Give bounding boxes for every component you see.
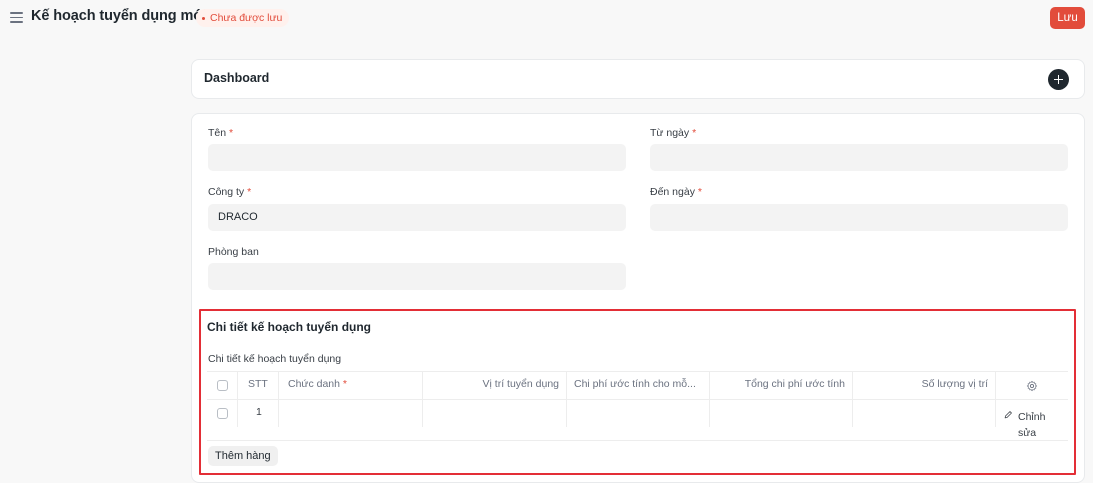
den-ngay-input[interactable] (650, 204, 1068, 231)
add-row-button[interactable]: Thêm hàng (208, 446, 278, 466)
details-table: STT Chức danh * Vị trí tuyển dụng Chi ph… (207, 371, 1068, 441)
column-divider (237, 372, 238, 427)
table-label: Chi tiết kế hoạch tuyển dụng (208, 353, 342, 365)
required-mark: * (697, 186, 702, 198)
table-row-divider (207, 399, 1068, 400)
den-ngay-label-text: Đến ngày (650, 186, 695, 198)
ten-label: Tên * (208, 127, 233, 139)
column-header-vi-tri[interactable]: Vị trí tuyển dụng (429, 378, 559, 390)
row-checkbox[interactable] (217, 408, 228, 419)
required-mark: * (692, 127, 697, 139)
section-title: Chi tiết kế hoạch tuyển dụng (207, 320, 372, 334)
phong-ban-label: Phòng ban (208, 246, 259, 258)
ten-label-text: Tên (208, 127, 227, 139)
column-header-tong-chi-phi[interactable]: Tổng chi phí ước tính (716, 378, 845, 390)
tu-ngay-input[interactable] (650, 144, 1068, 171)
row-index: 1 (256, 406, 262, 418)
pencil-icon (1004, 411, 1012, 419)
column-header-stt: STT (248, 378, 268, 390)
column-header-chuc-danh[interactable]: Chức danh * (288, 378, 347, 390)
column-divider (852, 372, 853, 427)
den-ngay-label: Đến ngày * (650, 186, 702, 198)
save-button[interactable]: Lưu (1050, 7, 1085, 29)
gear-icon[interactable] (1026, 380, 1038, 392)
column-header-chi-phi[interactable]: Chi phí ước tính cho mỗ... (574, 378, 703, 390)
cong-ty-input[interactable]: DRACO (208, 204, 626, 231)
status-badge: Chưa được lưu (196, 9, 290, 27)
column-header-so-luong[interactable]: Số lượng vị trí (859, 378, 988, 390)
required-mark: * (342, 378, 347, 390)
edit-row-label: Chỉnh sửa (1018, 411, 1046, 439)
plus-circle-icon[interactable] (1048, 69, 1069, 90)
ten-input[interactable] (208, 144, 626, 171)
page-title: Kế hoạch tuyển dụng mới (31, 8, 208, 24)
hamburger-menu-icon[interactable] (10, 12, 23, 23)
tu-ngay-label: Từ ngày * (650, 127, 696, 139)
column-divider (995, 372, 996, 427)
column-divider (422, 372, 423, 427)
required-mark: * (247, 186, 252, 198)
column-divider (566, 372, 567, 427)
tu-ngay-label-text: Từ ngày (650, 127, 690, 139)
cong-ty-label-text: Công ty (208, 186, 245, 198)
dashboard-section[interactable]: Dashboard (191, 59, 1085, 99)
select-all-checkbox[interactable] (217, 380, 228, 391)
column-divider (709, 372, 710, 427)
dashboard-title: Dashboard (204, 71, 270, 85)
column-divider (278, 372, 279, 427)
required-mark: * (229, 127, 234, 139)
phong-ban-input[interactable] (208, 263, 626, 290)
cong-ty-label: Công ty * (208, 186, 251, 198)
page-header: Kế hoạch tuyển dụng mới Chưa được lưu Lư… (0, 0, 1093, 40)
column-header-chuc-danh-text: Chức danh (288, 378, 340, 390)
